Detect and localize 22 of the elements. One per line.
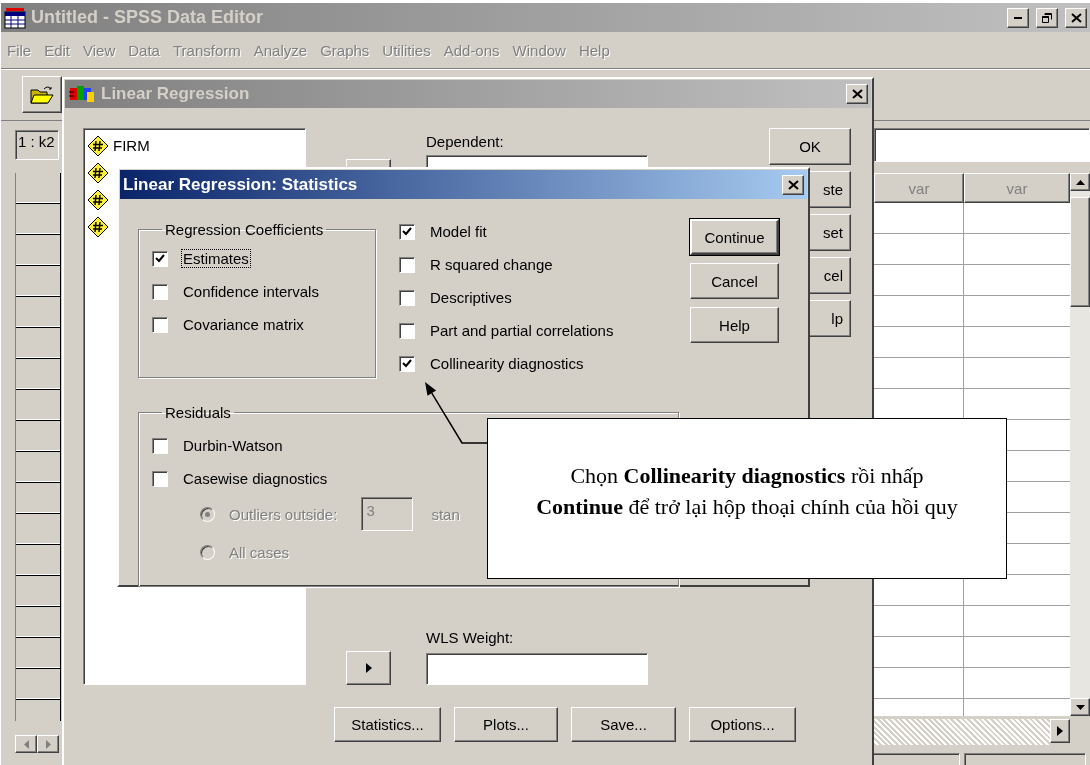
cell-reference: 1 : k2 [15,130,59,160]
field-label: Dependent: [426,133,505,150]
checkbox-label: Confidence intervals [182,283,320,300]
checkbox-label: R squared change [429,256,554,273]
field-label: WLS Weight: [426,629,515,646]
checkbox-label: Estimates [182,250,250,267]
checkbox-label: Part and partial correlations [429,322,615,339]
callout-text: Chọn Collinearity diagnostics rồi nhấp Continue để trở lại hộp thoại chính của hồi quy [535,461,959,521]
checkbox-label: Durbin-Watson [182,437,284,454]
checkbox-label: Covariance matrix [182,316,305,333]
checkbox-label: Casewise diagnostics [182,470,329,487]
checkbox-label: Collinearity diagnostics [429,355,585,372]
dialog-title: Linear Regression [101,84,251,104]
checkbox-label: Descriptives [429,289,513,306]
group-title: Residuals [164,404,232,421]
dialog-title: Linear Regression: Statistics [123,174,359,195]
checkbox-label: Model fit [429,223,488,240]
radio-label: Outliers outside: [228,505,339,523]
window-title: Untitled - SPSS Data Editor [31,7,265,28]
unit-label: stan [430,505,461,523]
radio-label: All cases [228,543,291,561]
group-title: Regression Coefficients [164,221,325,238]
